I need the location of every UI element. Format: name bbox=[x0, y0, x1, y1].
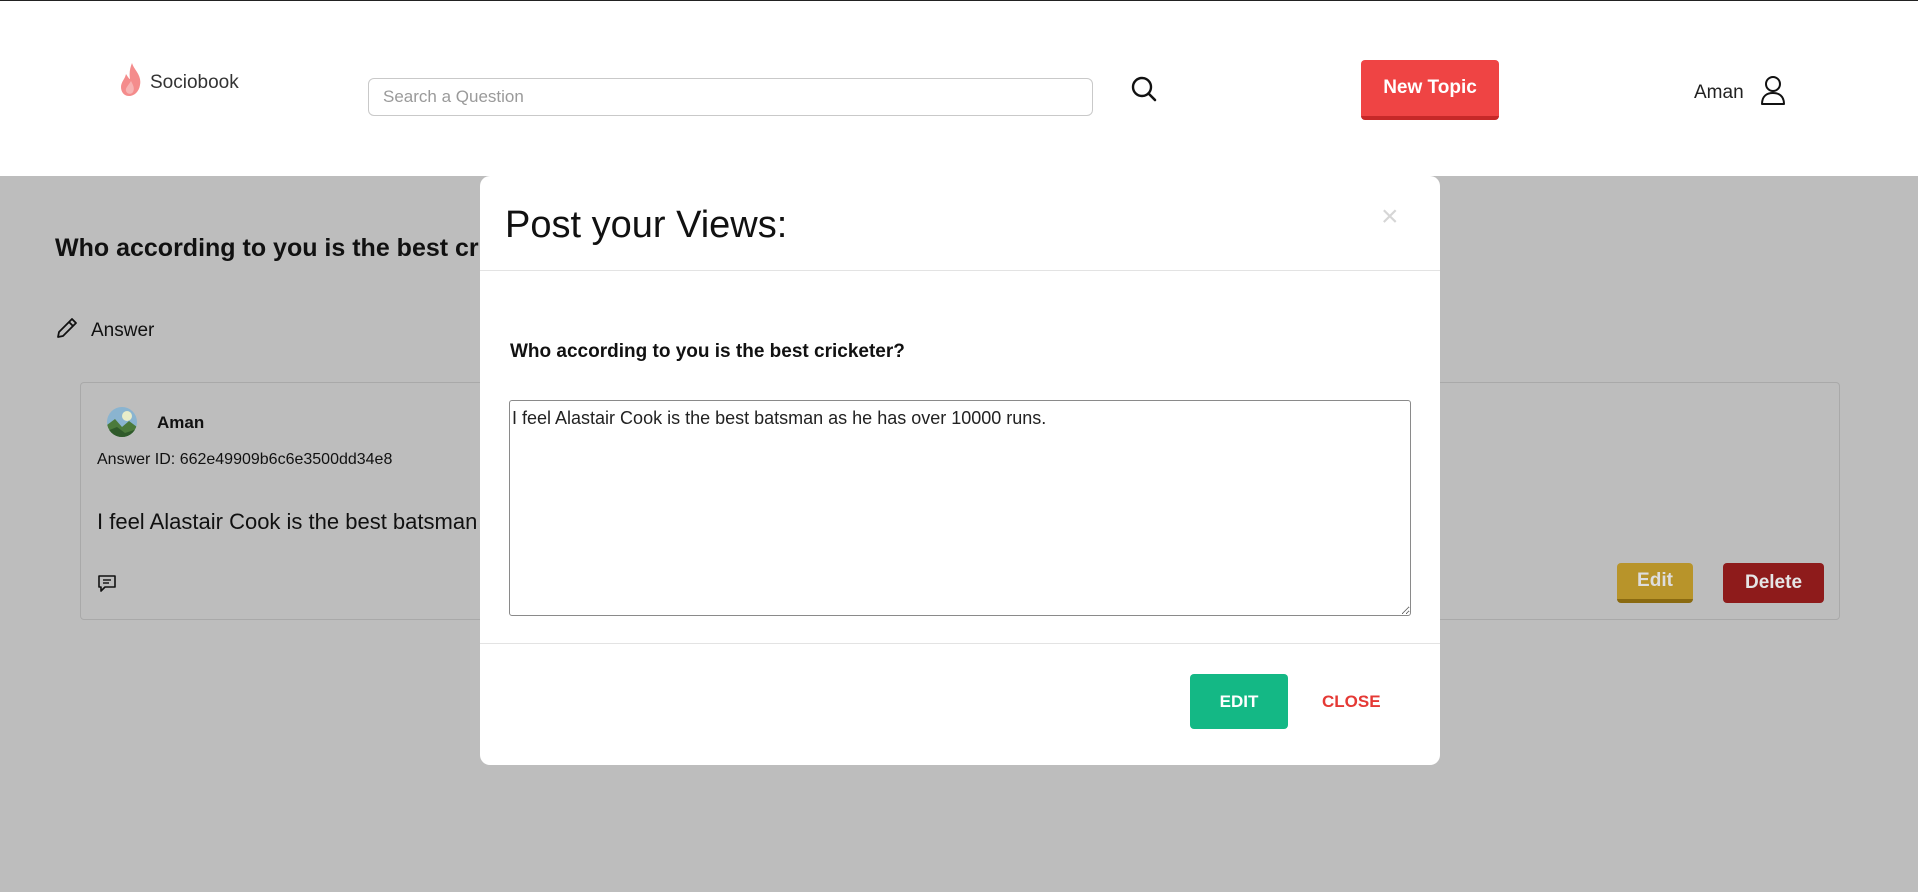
modal-question: Who according to you is the best cricket… bbox=[510, 341, 905, 362]
logo[interactable]: Sociobook bbox=[118, 61, 239, 104]
modal-footer-divider bbox=[480, 643, 1440, 644]
question-title: Who according to you is the best cric bbox=[55, 234, 500, 262]
comment-icon[interactable] bbox=[97, 573, 117, 598]
answer-author[interactable]: Aman bbox=[157, 413, 204, 433]
answer-delete-button[interactable]: Delete bbox=[1723, 563, 1824, 603]
pencil-icon bbox=[55, 316, 79, 346]
answer-textarea[interactable]: I feel Alastair Cook is the best batsman… bbox=[509, 400, 1411, 616]
modal-header: Post your Views: × bbox=[480, 176, 1440, 271]
close-icon[interactable]: × bbox=[1381, 202, 1399, 232]
answer-id: Answer ID: 662e49909b6c6e3500dd34e8 bbox=[97, 451, 393, 468]
modal-close-button[interactable]: CLOSE bbox=[1322, 674, 1381, 729]
search-button[interactable] bbox=[1128, 75, 1160, 107]
post-views-modal: Post your Views: × Who according to you … bbox=[480, 176, 1440, 765]
answer-link-label: Answer bbox=[91, 320, 155, 341]
answer-text: I feel Alastair Cook is the best batsman bbox=[97, 509, 478, 534]
logo-text: Sociobook bbox=[150, 71, 239, 93]
modal-edit-button[interactable]: EDIT bbox=[1190, 674, 1288, 729]
user-icon bbox=[1760, 75, 1786, 110]
flame-logo-icon bbox=[118, 61, 146, 104]
avatar bbox=[107, 407, 137, 437]
top-header: Sociobook New Topic Aman bbox=[0, 0, 1918, 176]
new-topic-button[interactable]: New Topic bbox=[1361, 60, 1499, 120]
search-input[interactable] bbox=[368, 78, 1093, 116]
user-menu[interactable]: Aman bbox=[1694, 75, 1786, 110]
search-icon bbox=[1130, 75, 1158, 108]
answer-link[interactable]: Answer bbox=[55, 316, 154, 346]
user-name: Aman bbox=[1694, 81, 1744, 103]
modal-title: Post your Views: bbox=[505, 204, 788, 246]
answer-edit-button[interactable]: Edit bbox=[1617, 563, 1693, 603]
